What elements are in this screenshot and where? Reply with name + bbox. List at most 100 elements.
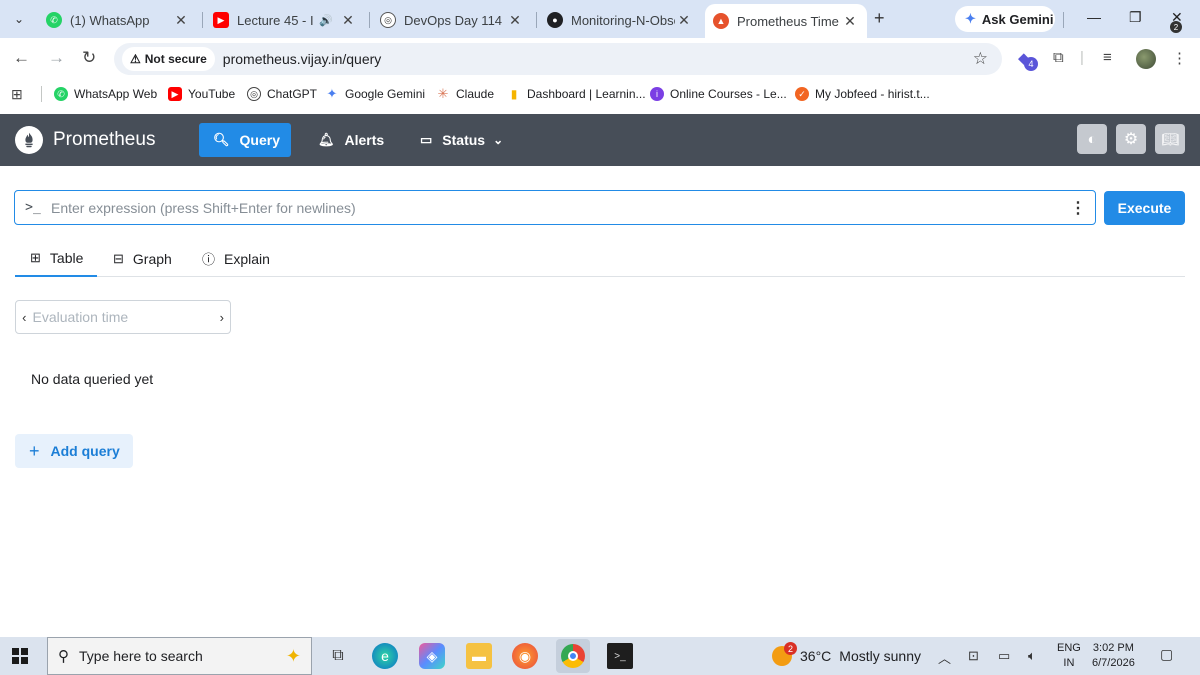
browser-tab-whatsapp[interactable]: ✆ (1) WhatsApp ✕ bbox=[38, 4, 198, 36]
search-icon: 🔍︎ bbox=[213, 132, 230, 147]
youtube-icon: ▶ bbox=[168, 87, 182, 101]
nav-alerts[interactable]: 🔔︎ Alerts bbox=[304, 123, 398, 157]
toolbar-separator: | bbox=[1080, 49, 1084, 66]
chevron-down-icon: ⌄ bbox=[13, 12, 25, 26]
bookmark-separator bbox=[41, 86, 42, 102]
bookmark-label: WhatsApp Web bbox=[74, 87, 158, 101]
taskbar-search[interactable]: ⚲ Type here to search ✦ bbox=[47, 637, 312, 675]
browser-tab-lecture[interactable]: ▶ Lecture 45 - Intr 🔊 ✕ bbox=[205, 4, 365, 36]
expression-editor[interactable]: >_ ⋮ bbox=[14, 190, 1096, 225]
youtube-icon: ▶ bbox=[213, 12, 229, 28]
prometheus-logo[interactable] bbox=[15, 126, 43, 154]
extension-badge: 4 bbox=[1024, 57, 1038, 71]
evaluation-time-input[interactable] bbox=[32, 309, 214, 325]
url-text[interactable]: prometheus.vijay.in/query bbox=[223, 51, 381, 67]
bookmark-claude[interactable]: ✳ Claude bbox=[436, 84, 494, 104]
tab-search-button[interactable]: ⌄ bbox=[6, 7, 32, 31]
apps-grid-icon[interactable]: ⊞ bbox=[11, 86, 23, 103]
close-icon[interactable]: ✕ bbox=[675, 12, 693, 29]
bookmark-jobfeed[interactable]: ✓ My Jobfeed - hirist.t... bbox=[795, 84, 930, 104]
profile-avatar[interactable] bbox=[1136, 49, 1156, 69]
tab-separator bbox=[1063, 12, 1064, 28]
notification-icon[interactable]: ▢ bbox=[1160, 646, 1180, 666]
whatsapp-icon: ✆ bbox=[46, 12, 62, 28]
bookmark-label: YouTube bbox=[188, 87, 236, 101]
bookmarks-bar: ⊞ ✆ WhatsApp Web ▶ YouTube ◎ ChatGPT ✦ G… bbox=[0, 80, 1200, 108]
tab-explain[interactable]: ⓘ Explain bbox=[187, 240, 285, 277]
minimize-icon[interactable]: — bbox=[1087, 9, 1101, 25]
bookmark-star-icon[interactable]: ☆ bbox=[973, 49, 988, 69]
forward-arrow-icon[interactable]: → bbox=[48, 48, 65, 68]
browser-tab-devops[interactable]: ◎ DevOps Day 114 ✕ bbox=[372, 4, 532, 36]
restore-icon[interactable]: ❐ bbox=[1129, 9, 1142, 26]
plus-icon: + bbox=[29, 440, 40, 461]
bookmark-chatgpt[interactable]: ◎ ChatGPT bbox=[247, 84, 317, 104]
chevron-left-icon[interactable]: ‹ bbox=[16, 310, 33, 325]
theme-toggle-button[interactable]: ◐ bbox=[1077, 124, 1107, 154]
edge-icon[interactable]: e bbox=[372, 643, 398, 669]
close-icon[interactable]: ✕ bbox=[841, 13, 859, 30]
volume-icon[interactable]: 🔈︎ bbox=[1028, 648, 1036, 664]
task-view-icon[interactable]: ⧉ bbox=[325, 643, 351, 669]
bookmark-whatsapp[interactable]: ✆ WhatsApp Web bbox=[54, 84, 157, 104]
chevron-up-icon[interactable]: ︿ bbox=[938, 648, 951, 667]
bookmark-label: Claude bbox=[456, 87, 495, 101]
jobfeed-icon: ✓ bbox=[795, 87, 809, 101]
bookmark-label: Google Gemini bbox=[345, 87, 426, 101]
add-query-button[interactable]: + Add query bbox=[15, 434, 133, 468]
tab-graph[interactable]: ⊟ Graph bbox=[98, 240, 187, 277]
media-control-icon[interactable]: ≡ bbox=[1103, 49, 1112, 66]
nav-status[interactable]: ▭ Status ⌄ bbox=[406, 123, 517, 157]
omnibox[interactable]: ⚠ Not secure prometheus.vijay.in/query ☆ bbox=[114, 43, 1002, 75]
kebab-menu-icon[interactable]: ⋮ bbox=[1061, 198, 1095, 218]
bookmark-gemini[interactable]: ✦ Google Gemini bbox=[325, 84, 426, 104]
battery-icon[interactable]: ▭ bbox=[998, 648, 1010, 664]
nav-query[interactable]: 🔍︎ Query bbox=[199, 123, 291, 157]
bookmark-dashboard[interactable]: ▮ Dashboard | Learnin... bbox=[507, 84, 646, 104]
close-icon[interactable]: ✕ bbox=[172, 12, 190, 29]
close-icon[interactable]: ✕ bbox=[339, 12, 357, 29]
system-clock[interactable]: 3:02 PM 6/7/2026 bbox=[1092, 641, 1135, 671]
execute-button[interactable]: Execute bbox=[1104, 191, 1185, 225]
bookmark-youtube[interactable]: ▶ YouTube bbox=[168, 84, 235, 104]
docs-button[interactable]: 📖︎ bbox=[1155, 124, 1185, 154]
browser-tab-github[interactable]: ● Monitoring-N-Obse ✕ bbox=[539, 4, 701, 36]
browser-tab-strip: ⌄ ✆ (1) WhatsApp ✕ ▶ Lecture 45 - Intr 🔊… bbox=[0, 0, 1200, 38]
weather-widget[interactable]: 2 36°C Mostly sunny bbox=[772, 642, 921, 666]
chatgpt-icon: ◎ bbox=[247, 87, 261, 101]
expression-input[interactable] bbox=[51, 199, 1061, 216]
back-arrow-icon[interactable]: ← bbox=[13, 48, 30, 68]
reload-icon[interactable]: ↻ bbox=[82, 48, 96, 68]
puzzle-icon[interactable]: ⧉ bbox=[1053, 49, 1064, 66]
new-tab-button[interactable]: + bbox=[874, 8, 885, 29]
bookmark-courses[interactable]: i Online Courses - Le... bbox=[650, 84, 787, 104]
windows-start-icon[interactable] bbox=[12, 648, 28, 664]
tab-table[interactable]: ⊞ Table bbox=[15, 240, 97, 277]
brand-title[interactable]: Prometheus bbox=[53, 129, 155, 151]
chevron-right-icon[interactable]: › bbox=[214, 310, 231, 325]
firefox-icon[interactable]: ◉ bbox=[512, 643, 538, 669]
not-secure-chip[interactable]: ⚠ Not secure bbox=[122, 47, 215, 71]
kebab-menu-icon[interactable]: ⋮ bbox=[1172, 49, 1187, 67]
terminal-prompt-icon: >_ bbox=[25, 200, 41, 215]
file-explorer-icon[interactable]: ▬ bbox=[466, 643, 492, 669]
dashboard-icon: ▮ bbox=[510, 87, 518, 101]
meet-now-icon[interactable]: ⊡ bbox=[968, 648, 979, 664]
gemini-icon: ✦ bbox=[326, 86, 338, 101]
warning-icon: ⚠ bbox=[130, 52, 141, 66]
plus-icon: + bbox=[874, 8, 885, 28]
weather-description: Mostly sunny bbox=[839, 648, 921, 664]
bookmark-label: My Jobfeed - hirist.t... bbox=[815, 87, 930, 101]
nav-status-label: Status bbox=[442, 132, 486, 148]
github-icon: ● bbox=[547, 12, 563, 28]
audio-icon[interactable]: 🔊 bbox=[319, 14, 333, 27]
terminal-icon[interactable]: >_ bbox=[607, 643, 633, 669]
language-indicator[interactable]: ENG IN bbox=[1057, 641, 1081, 671]
chrome-taskbar-button[interactable] bbox=[556, 639, 590, 673]
tab-separator bbox=[202, 12, 203, 28]
settings-button[interactable]: ⚙ bbox=[1116, 124, 1146, 154]
close-icon[interactable]: ✕ bbox=[506, 12, 524, 29]
ask-gemini-button[interactable]: ✦ Ask Gemini bbox=[955, 6, 1055, 32]
browser-tab-prometheus[interactable]: ▲ Prometheus Time Se ✕ bbox=[705, 4, 867, 38]
copilot-icon[interactable]: ◈ bbox=[419, 643, 445, 669]
